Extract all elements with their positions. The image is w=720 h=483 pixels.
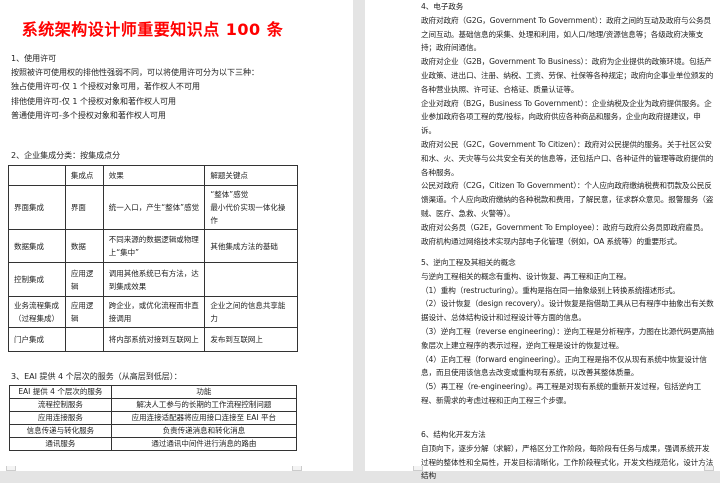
table-header-row: 集成点 效果 解题关键点 — [8, 165, 298, 186]
page-corner-mark — [292, 466, 302, 471]
document-page-left: 系统架构设计师重要知识点 100 条 1、使用许可 按照被许可使用权的排他性强弱… — [0, 0, 353, 471]
table-cell: 数据 — [64, 229, 104, 263]
paragraph-line: 独占使用许可-仅 1 个授权对象可用，著作权人不可用 — [11, 82, 201, 92]
section-heading: 6、结构化开发方法 — [421, 430, 486, 439]
section-heading: 4、电子政务 — [421, 2, 464, 11]
table-cell: 将内部系统对接到互联网上 — [102, 327, 206, 352]
paragraph: 政府对公务员（G2E，Government To Employee）：政府与政府… — [421, 222, 708, 246]
paragraph: 政府对企业（G2B，Government To Business）：政府为企业提… — [421, 57, 714, 94]
section-usage-license: 1、使用许可 按照被许可使用权的排他性强弱不同，可以将使用许可分为以下三种： 独… — [11, 52, 259, 123]
table-cell: 应用逻辑 — [64, 296, 104, 328]
section-heading: 2、企业集成分类：按集成点分 — [11, 151, 121, 160]
document-page-right: 4、电子政务政府对政府（G2G，Government To Government… — [365, 0, 720, 480]
paragraph-line: 普通使用许可-多个授权对象和著作权人可用 — [11, 110, 166, 120]
paragraph: 自顶向下，逐步分解（求解），严格区分工作阶段，每阶段有任务与成果，强调系统开发过… — [421, 443, 714, 481]
table-cell: 调用其他系统已有方法，达到集成效果 — [102, 262, 206, 297]
table-header-cell: EAI 提供 4 个层次的服务 — [9, 385, 112, 399]
table-cell — [204, 262, 298, 297]
table-row: 界面集成 界面 统一入口，产生“整体”感觉 “整体”感觉 最小代价实现一体化操作 — [8, 185, 298, 230]
table-cell: 应用连接服务 — [9, 411, 112, 425]
table-cell: 发布到互联网上 — [204, 327, 298, 352]
paragraph: （1）重构（restructuring）。重构是指在同一抽象级别上转换系统描述形… — [421, 285, 680, 295]
table-header-row: EAI 提供 4 个层次的服务 功能 — [9, 385, 298, 399]
table-row: 信息传递与转化服务 负责传递消息和转化消息 — [9, 424, 298, 438]
section-e-government: 4、电子政务政府对政府（G2G，Government To Government… — [421, 0, 715, 248]
table-row: 流程控制服务 解决人工参与的长期的工作流程控制问题 — [9, 398, 298, 412]
table-header-cell: 集成点 — [64, 165, 104, 186]
table-header-cell: 效果 — [102, 165, 206, 186]
table-row: 数据集成 数据 不同来源的数据逻辑或物理上“集中” 其他集成方法的基础 — [8, 229, 298, 263]
table-cell: 其他集成方法的基础 — [204, 229, 298, 263]
paragraph: 公民对政府（C2G，Citizen To Government）：个人应向政府缴… — [421, 181, 714, 218]
table-cell: 界面 — [64, 185, 104, 230]
table-row: 应用连接服务 应用连接适配器将应用接口连接至 EAI 平台 — [9, 411, 298, 425]
paragraph: 与逆向工程相关的概念有重构、设计恢复、再工程和正向工程。 — [421, 271, 631, 281]
table-row: 控制集成 应用逻辑 调用其他系统已有方法，达到集成效果 — [8, 262, 298, 297]
table-cell: 流程控制服务 — [9, 398, 112, 412]
section-heading: 1、使用许可 — [11, 54, 57, 63]
paragraph: 政府对政府（G2G，Government To Government）：政府之间… — [421, 15, 711, 53]
table-cell: 数据集成 — [8, 229, 66, 263]
paragraph: （4）正向工程（forward engineering）。正向工程是指不仅从现有… — [421, 354, 707, 378]
integration-table: 集成点 效果 解题关键点 界面集成 界面 统一入口，产生“整体”感觉 “整体”感觉 最小代价… — [8, 165, 298, 352]
table-cell: 信息传递与转化服务 — [9, 424, 112, 438]
table-cell: 跨企业，或优化流程而非直接调用 — [102, 296, 206, 328]
table-cell: 负责传递消息和转化消息 — [110, 424, 298, 438]
table-cell: 不同来源的数据逻辑或物理上“集中” — [102, 229, 206, 263]
table-row: 业务流程集成 （过程集成） 应用逻辑 跨企业，或优化流程而非直接调用 企业之间的信息共… — [8, 296, 298, 328]
table-row: 通讯服务 通过通讯中间件进行消息的路由 — [9, 437, 298, 451]
table-header-cell: 解题关键点 — [204, 165, 298, 186]
paragraph: （2）设计恢复（design recovery）。设计恢复是指借助工具从已有程序… — [421, 299, 714, 323]
section-reverse-engineering: 5、逆向工程及其相关的概念与逆向工程相关的概念有重构、设计恢复、再工程和正向工程… — [421, 256, 715, 408]
section-structured-development: 6、结构化开发方法自顶向下，逐步分解（求解），严格区分工作阶段，每阶段有任务与成… — [421, 428, 715, 483]
table-cell: 门户集成 — [8, 327, 66, 352]
table-cell: 界面集成 — [8, 185, 66, 230]
section-heading: 3、EAI 提供 4 个层次的服务（从高层到低层）： — [11, 372, 182, 381]
paragraph-line: 排他使用许可-仅 1 个授权对象和著作权人可用 — [11, 96, 177, 106]
paragraph: 企业对政府（B2G，Business To Government）：企业纳税及企… — [421, 98, 712, 136]
table-cell — [64, 327, 104, 352]
document-title: 系统架构设计师重要知识点 100 条 — [21, 20, 284, 39]
table-cell: 应用连接适配器将应用接口连接至 EAI 平台 — [110, 411, 298, 425]
table-header-cell: 功能 — [110, 385, 298, 399]
table-cell: 企业之间的信息共享能力 — [204, 296, 298, 328]
paragraph: （3）逆向工程（reverse engineering）：逆向工程是分析程序，力… — [421, 326, 714, 350]
paragraph: 政府对公民（G2C，Government To Citizen）：政府对公民提供… — [421, 139, 714, 177]
paragraph: （5）再工程（re-engineering）。再工程是对现有系统的重新开发过程，… — [421, 382, 702, 405]
table-cell: 通过通讯中间件进行消息的路由 — [110, 437, 298, 451]
section-heading: 5、逆向工程及其相关的概念 — [421, 258, 516, 267]
table-cell: 解决人工参与的长期的工作流程控制问题 — [110, 398, 298, 412]
table-header-cell — [8, 165, 66, 186]
table-cell: “整体”感觉 最小代价实现一体化操作 — [204, 185, 298, 230]
table-cell: 应用逻辑 — [64, 262, 104, 297]
table-cell: 业务流程集成 （过程集成） — [8, 296, 66, 328]
page-corner-mark — [6, 466, 16, 471]
page-corner-mark — [704, 466, 714, 471]
table-cell: 统一入口，产生“整体”感觉 — [102, 185, 206, 230]
table-row: 门户集成 将内部系统对接到互联网上 发布到互联网上 — [8, 327, 298, 352]
table-cell: 控制集成 — [8, 262, 66, 297]
paragraph-line: 按照被许可使用权的排他性强弱不同，可以将使用许可分为以下三种： — [11, 68, 259, 78]
eai-services-table: EAI 提供 4 个层次的服务 功能 流程控制服务 解决人工参与的长期的工作流程控制问… — [9, 385, 298, 451]
table-cell: 通讯服务 — [9, 437, 112, 451]
page-corner-mark — [413, 466, 423, 471]
